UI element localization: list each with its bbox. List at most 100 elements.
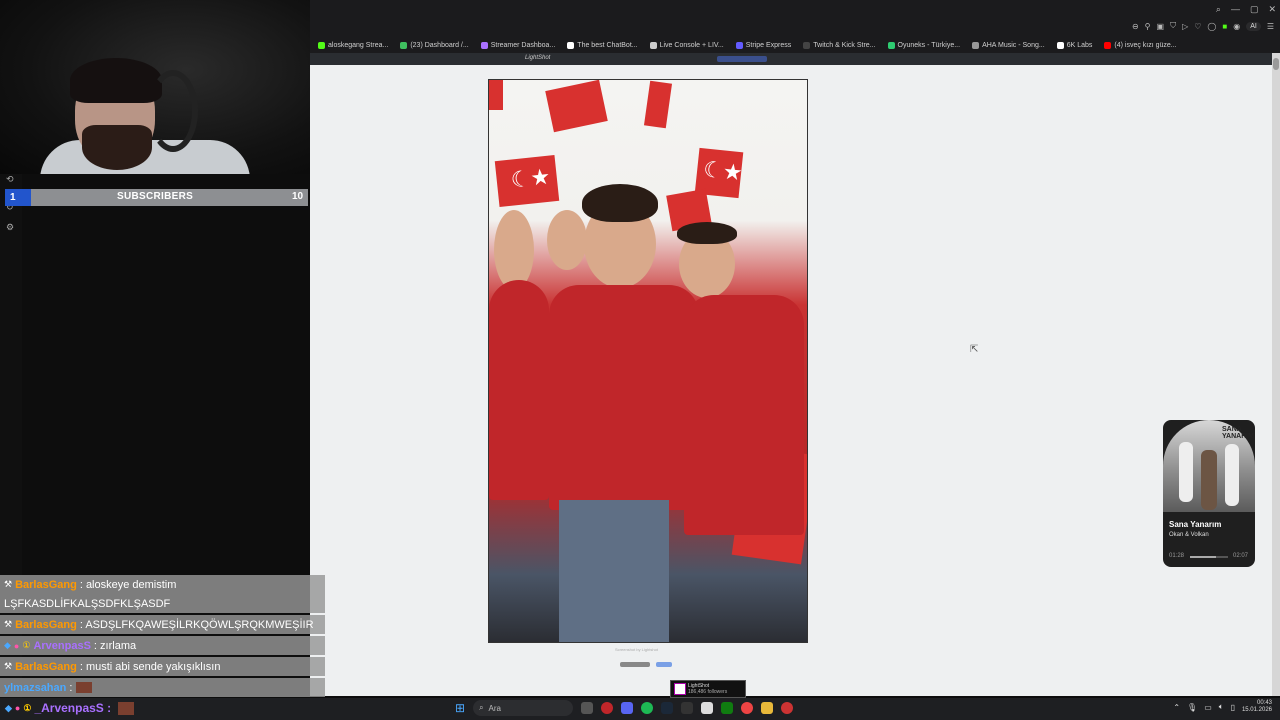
bookmark-item[interactable]: Oyuneks - Türkiye...	[884, 41, 965, 49]
bookmark-item[interactable]: AHA Music - Song...	[968, 41, 1049, 49]
bookmark-label: (23) Dashboard /...	[410, 41, 469, 49]
emote-image	[76, 682, 93, 693]
ai-button[interactable]: AI	[1246, 21, 1261, 31]
clock-date: 15.01.2026	[1241, 707, 1272, 713]
chrome-icon[interactable]	[741, 702, 754, 714]
lightshot-thumbnail[interactable]: LightShot 186,486 followers	[670, 680, 746, 698]
profile-icon[interactable]: ◉	[1233, 22, 1240, 31]
heart-icon[interactable]: ♡	[1194, 22, 1201, 31]
sub-badge-icon: ①	[22, 640, 31, 650]
chat-message: ⚒ BarlasGang : aloskeye demistim	[0, 575, 325, 594]
search-icon: ⌕	[479, 703, 484, 712]
pin-icon[interactable]: ⚲	[1145, 22, 1151, 31]
scrollbar[interactable]	[1272, 53, 1280, 696]
bookmark-label: aloskegang Strea...	[328, 41, 389, 49]
chat-message: ⚒ BarlasGang : musti abi sende yakışıklı…	[0, 657, 325, 676]
chat-icon[interactable]: ◯	[1207, 22, 1216, 31]
artist-figure	[1201, 450, 1217, 510]
chevron-up-icon[interactable]: ⌃	[1173, 703, 1180, 712]
chat-username: ArvenpasS	[33, 639, 91, 652]
bookmark-item[interactable]: (4) isveç kızı güze...	[1100, 41, 1180, 49]
bookmark-item[interactable]: 6K Labs	[1053, 41, 1097, 49]
close-icon[interactable]: ✕	[1268, 4, 1276, 15]
report-button[interactable]	[620, 662, 650, 667]
task-view-icon[interactable]	[581, 702, 594, 714]
share-button[interactable]	[656, 662, 672, 667]
window-controls: ⌕ — ▢ ✕	[1216, 4, 1276, 15]
search-icon[interactable]: ⌕	[1216, 4, 1221, 15]
play-icon[interactable]: ▷	[1182, 22, 1188, 31]
opera-icon[interactable]	[601, 702, 614, 714]
epic-games-icon[interactable]	[681, 702, 694, 714]
pig-badge-icon: ●	[13, 640, 20, 651]
chat-username: ylmazsahan	[4, 681, 67, 694]
lightshot-logo[interactable]: LightShot	[525, 55, 550, 61]
album-art-text: SANA YANARIM	[1222, 426, 1255, 440]
flag-image	[545, 80, 608, 133]
bookmark-item[interactable]: Twitch & Kick Stre...	[799, 41, 879, 49]
microphone-icon[interactable]: 🎙︎	[1187, 703, 1197, 712]
gem-badge-icon: ◆	[5, 702, 12, 713]
search-placeholder: Ara	[488, 703, 501, 713]
bookmark-item[interactable]: Live Console + LIV...	[646, 41, 728, 49]
app-icon[interactable]	[781, 702, 794, 714]
file-explorer-icon[interactable]	[761, 702, 774, 714]
extension-icon[interactable]: ■	[1222, 22, 1227, 31]
photo-caption: Screenshot by Lightshot	[615, 647, 658, 652]
shield-icon[interactable]: ⛉	[1170, 21, 1176, 31]
subscriber-count: 1	[5, 189, 31, 206]
bookmark-label: 6K Labs	[1066, 41, 1093, 49]
bookmark-favicon-icon	[1104, 41, 1112, 49]
bookmark-favicon-icon	[318, 41, 325, 49]
bookmark-favicon-icon	[735, 41, 743, 49]
maximize-icon[interactable]: ▢	[1250, 4, 1259, 15]
artist-figure	[1179, 442, 1193, 502]
chat-message: ◆ ● ① ArvenpasS : zırlama	[0, 636, 325, 655]
bookmark-item[interactable]: Streamer Dashboa...	[477, 41, 560, 49]
bookmark-favicon-icon	[972, 41, 980, 49]
discord-icon[interactable]	[621, 702, 634, 714]
bookmark-label: Live Console + LIV...	[659, 41, 724, 49]
red-jacket	[549, 285, 699, 510]
minimize-icon[interactable]: —	[1231, 4, 1240, 15]
bookmark-item[interactable]: aloskegang Strea...	[314, 41, 392, 49]
chat-text: : zırlama	[93, 639, 137, 652]
bookmark-favicon-icon	[400, 41, 408, 49]
chat-username: _ArvenpasS :	[34, 701, 112, 715]
current-time: 01:28	[1169, 553, 1185, 559]
clock[interactable]: 00:43 15.01.2026	[1242, 700, 1272, 714]
taskbar-search[interactable]: ⌕ Ara	[473, 700, 574, 716]
windows-start-icon[interactable]: ⊞	[455, 701, 465, 715]
flag-image: ☾★	[494, 154, 560, 208]
bookmark-item[interactable]: Stripe Express	[732, 41, 796, 49]
obs-icon[interactable]	[701, 702, 714, 714]
badge-icon: ⚒	[4, 619, 13, 629]
chat-message: LŞFKASDLİFKALŞSDFKLŞASDF	[0, 594, 325, 613]
steam-icon[interactable]	[661, 702, 674, 714]
tab-icon[interactable]: ▣	[1157, 22, 1165, 31]
flag-image	[643, 80, 673, 129]
child-hair	[582, 184, 658, 222]
bookmark-label: Twitch & Kick Stre...	[813, 41, 876, 49]
xbox-icon[interactable]	[721, 702, 734, 714]
total-time: 02:07	[1233, 553, 1249, 559]
menu-icon[interactable]: ☰	[1267, 22, 1274, 31]
network-icon[interactable]: ▭	[1204, 703, 1212, 712]
chat-message: ylmazsahan :	[0, 678, 325, 697]
lightshot-install-button[interactable]	[717, 56, 767, 62]
zoom-icon[interactable]: ⊖	[1132, 22, 1139, 31]
jeans	[559, 500, 669, 642]
scrollbar-thumb[interactable]	[1273, 58, 1279, 70]
bookmark-label: Stripe Express	[745, 41, 792, 49]
bookmark-item[interactable]: The best ChatBot...	[563, 41, 641, 49]
sub-badge-icon: ①	[23, 702, 32, 713]
battery-icon[interactable]: ▯	[1231, 703, 1235, 712]
settings-icon[interactable]: ⚙	[6, 222, 14, 233]
spotify-icon[interactable]	[641, 702, 654, 714]
history-icon[interactable]: ⟲	[6, 174, 14, 185]
screenshot-image[interactable]: ☾★ ☾★ ☾★	[488, 79, 808, 643]
system-tray: ⌃ 🎙︎ ▭ 🔈︎ ▯ 00:43 15.01.2026	[1173, 700, 1272, 714]
bookmark-item[interactable]: (23) Dashboard /...	[396, 41, 472, 49]
speaker-icon[interactable]: 🔈︎	[1219, 702, 1224, 712]
chat-text: LŞFKASDLİFKALŞSDFKLŞASDF	[4, 597, 171, 610]
